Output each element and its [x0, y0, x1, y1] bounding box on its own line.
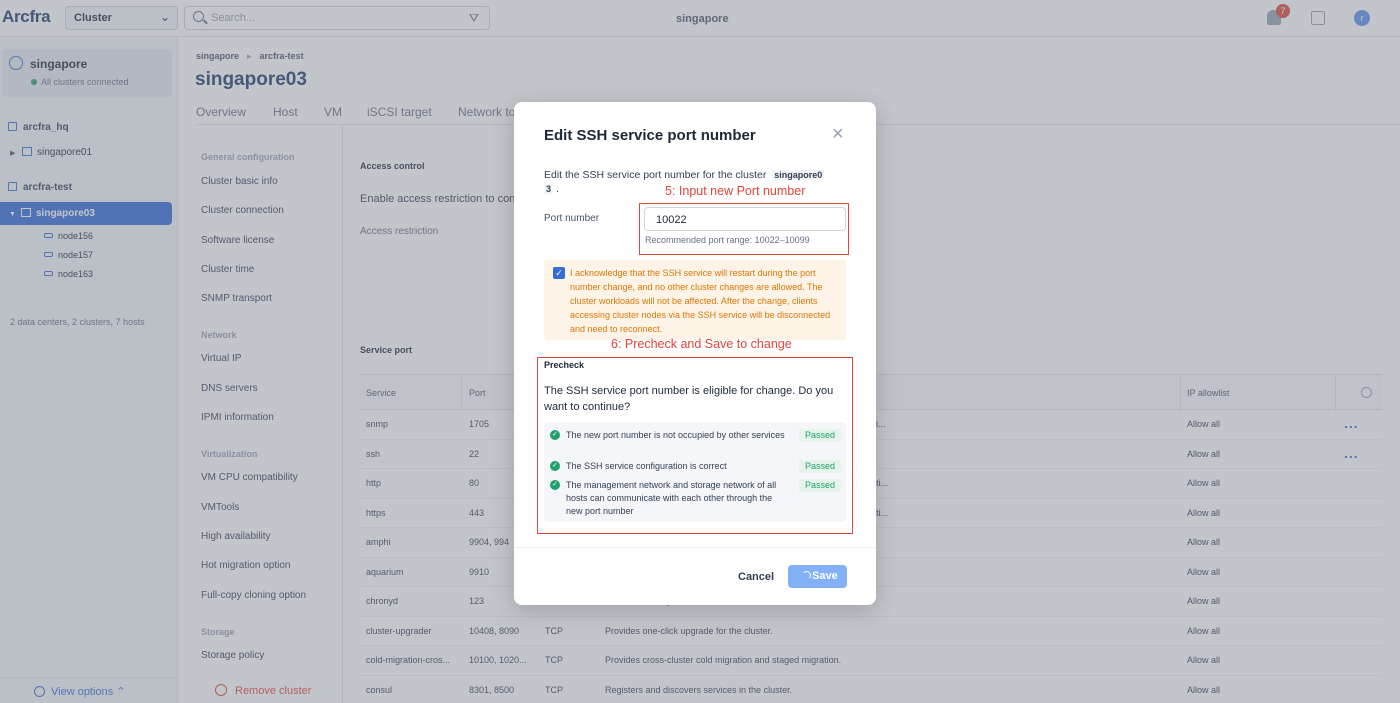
status-badge: Passed	[799, 479, 841, 492]
edit-ssh-port-dialog: Edit SSH service port number × Edit the …	[514, 102, 876, 605]
cancel-button[interactable]: Cancel	[738, 571, 774, 583]
port-number-label: Port number	[544, 213, 600, 224]
port-number-input[interactable]: 10022	[644, 207, 846, 231]
annotation-step-6: 6: Precheck and Save to change	[611, 337, 792, 351]
check-circle-icon: ✓	[550, 430, 560, 440]
precheck-label: Precheck	[544, 360, 585, 370]
status-badge: Passed	[799, 460, 841, 473]
check-circle-icon: ✓	[550, 480, 560, 490]
close-icon[interactable]: ×	[832, 124, 844, 144]
dialog-title: Edit SSH service port number	[544, 127, 756, 144]
precheck-results: ✓ The new port number is not occupied by…	[544, 422, 846, 522]
dialog-footer-divider	[514, 547, 876, 548]
annotation-step-5: 5: Input new Port number	[665, 184, 806, 198]
status-badge: Passed	[799, 429, 841, 442]
check-circle-icon: ✓	[550, 461, 560, 471]
acknowledge-text: I acknowledge that the SSH service will …	[570, 268, 831, 334]
app-root: Arcfra Cluster ⌄ Search... ⛛ singapore 7…	[0, 0, 1400, 703]
precheck-question: The SSH service port number is eligible …	[544, 385, 834, 413]
port-number-hint: Recommended port range: 10022–10099	[645, 235, 810, 245]
acknowledge-checkbox[interactable]: ✓	[553, 267, 565, 279]
spinner-icon	[802, 571, 811, 580]
acknowledge-box: ✓ I acknowledge that the SSH service wil…	[544, 260, 846, 340]
save-button[interactable]: Save	[788, 565, 847, 588]
